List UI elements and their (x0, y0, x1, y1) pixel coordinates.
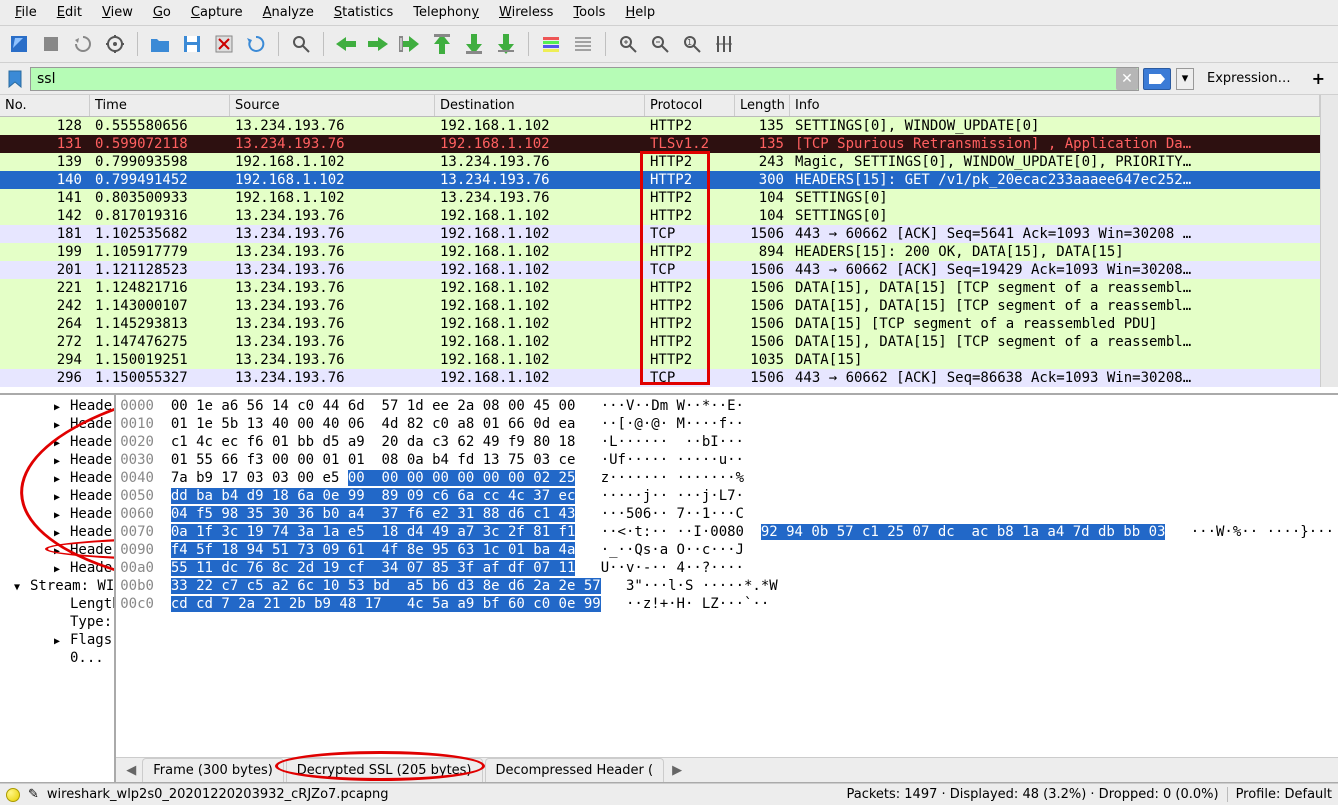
capture-options-button[interactable] (101, 30, 129, 58)
packet-row[interactable]: 1400.799491452192.168.1.10213.234.193.76… (0, 171, 1320, 189)
tab-scroll-left[interactable]: ◀ (120, 761, 142, 780)
column-destination[interactable]: Destination (435, 95, 645, 116)
reload-file-button[interactable] (242, 30, 270, 58)
status-profile[interactable]: Profile: Default (1227, 787, 1332, 802)
save-file-button[interactable] (178, 30, 206, 58)
details-tree-item[interactable]: Length: 4 (0, 595, 114, 613)
column-length[interactable]: Length (735, 95, 790, 116)
bytes-tabs: ◀ Frame (300 bytes) Decrypted SSL (205 b… (116, 757, 1338, 782)
details-tree-item[interactable]: Type: WINDOW_UPDATE (8) (0, 613, 114, 631)
filter-expression-button[interactable]: Expression… (1199, 68, 1299, 89)
details-tree-item[interactable]: ▼Stream: WINDOW_UPDATE, Stream ID: 15, L… (0, 577, 114, 595)
apply-filter-button[interactable] (1143, 68, 1171, 90)
menu-edit[interactable]: Edit (47, 2, 92, 23)
packet-row[interactable]: 2961.15005532713.234.193.76192.168.1.102… (0, 369, 1320, 387)
column-protocol[interactable]: Protocol (645, 95, 735, 116)
menu-go[interactable]: Go (143, 2, 181, 23)
menu-view[interactable]: View (92, 2, 143, 23)
tab-decompressed-header[interactable]: Decompressed Header ( (485, 758, 665, 782)
column-source[interactable]: Source (230, 95, 435, 116)
packet-list-pane: No. Time Source Destination Protocol Len… (0, 95, 1338, 395)
details-tree-item[interactable]: ▶Header: :authority: x.clearbitjs.com (0, 433, 114, 451)
status-packets: Packets: 1497 · Displayed: 48 (3.2%) · D… (846, 787, 1218, 802)
menu-statistics[interactable]: Statistics (324, 2, 403, 23)
resize-columns-button[interactable] (710, 30, 738, 58)
details-tree-item[interactable]: ▶Header: :method: GET (0, 397, 114, 415)
column-info[interactable]: Info (790, 95, 1320, 116)
packet-details-pane[interactable]: ▶Header: :method: GET▶Header: :path: /v1… (0, 395, 116, 782)
packet-row[interactable]: 2421.14300010713.234.193.76192.168.1.102… (0, 297, 1320, 315)
menu-telephony[interactable]: Telephony (403, 2, 489, 23)
details-tree-item[interactable]: ▶Header: referer: https://www.upwork.com… (0, 541, 114, 559)
menu-file[interactable]: File (5, 2, 47, 23)
menu-tools[interactable]: Tools (563, 2, 615, 23)
packet-row[interactable]: 2011.12112852313.234.193.76192.168.1.102… (0, 261, 1320, 279)
open-file-button[interactable] (146, 30, 174, 58)
tab-decrypted-ssl[interactable]: Decrypted SSL (205 bytes) (286, 758, 483, 782)
tab-scroll-right[interactable]: ▶ (666, 761, 688, 780)
goto-packet-button[interactable] (396, 30, 424, 58)
colorize-button[interactable] (537, 30, 565, 58)
close-file-button[interactable] (210, 30, 238, 58)
packet-row[interactable]: 1390.799093598192.168.1.10213.234.193.76… (0, 153, 1320, 171)
packet-bytes-pane: 0000 00 1e a6 56 14 c0 44 6d 57 1d ee 2a… (116, 395, 1338, 782)
menu-help[interactable]: Help (615, 2, 665, 23)
main-toolbar: 1 (0, 26, 1338, 63)
menu-wireless[interactable]: Wireless (489, 2, 563, 23)
edit-capture-icon[interactable]: ✎ (28, 787, 39, 802)
packet-list-header[interactable]: No. Time Source Destination Protocol Len… (0, 95, 1320, 117)
packet-row[interactable]: 1310.59907211813.234.193.76192.168.1.102… (0, 135, 1320, 153)
packet-row[interactable]: 2941.15001925113.234.193.76192.168.1.102… (0, 351, 1320, 369)
details-tree-item[interactable]: ▶Header: :path: /v1/pk_20ecac233aaaee647… (0, 415, 114, 433)
zoom-out-button[interactable] (646, 30, 674, 58)
expert-info-icon[interactable] (6, 788, 20, 802)
restart-capture-button[interactable] (69, 30, 97, 58)
packet-row[interactable]: 1991.10591777913.234.193.76192.168.1.102… (0, 243, 1320, 261)
auto-scroll-live-button[interactable] (569, 30, 597, 58)
display-filter-input[interactable] (30, 67, 1139, 91)
details-tree-item[interactable]: ▶Header: user-agent: Mozilla/5.0 (X11; U… (0, 469, 114, 487)
add-filter-button[interactable]: + (1304, 66, 1333, 91)
filter-history-dropdown[interactable]: ▾ (1176, 68, 1194, 90)
go-forward-button[interactable] (364, 30, 392, 58)
packet-row[interactable]: 2721.14747627513.234.193.76192.168.1.102… (0, 333, 1320, 351)
bookmark-filter-icon[interactable] (5, 69, 25, 89)
stop-capture-button[interactable] (37, 30, 65, 58)
packet-row[interactable]: 1811.10253568213.234.193.76192.168.1.102… (0, 225, 1320, 243)
packet-row[interactable]: 2641.14529381313.234.193.76192.168.1.102… (0, 315, 1320, 333)
details-tree-item[interactable]: ▶Header: accept-language: en-US,en;q=0.5 (0, 505, 114, 523)
display-filter-bar: ✕ ▾ Expression… + (0, 63, 1338, 95)
zoom-in-button[interactable] (614, 30, 642, 58)
details-tree-item[interactable]: ▶Header: accept: */* (0, 487, 114, 505)
details-tree-item[interactable]: ▶Header: :scheme: https (0, 451, 114, 469)
packet-row[interactable]: 1420.81701931613.234.193.76192.168.1.102… (0, 207, 1320, 225)
tab-frame[interactable]: Frame (300 bytes) (142, 758, 284, 782)
packet-row[interactable]: 2211.12482171613.234.193.76192.168.1.102… (0, 279, 1320, 297)
packet-row[interactable]: 1280.55558065613.234.193.76192.168.1.102… (0, 117, 1320, 135)
clear-filter-button[interactable]: ✕ (1116, 68, 1138, 90)
packet-list-scrollbar[interactable] (1320, 95, 1338, 387)
go-first-button[interactable] (428, 30, 456, 58)
details-tree-item[interactable]: ▶Header: te: trailers (0, 559, 114, 577)
zoom-reset-button[interactable]: 1 (678, 30, 706, 58)
packet-row[interactable]: 1410.803500933192.168.1.10213.234.193.76… (0, 189, 1320, 207)
column-time[interactable]: Time (90, 95, 230, 116)
auto-scroll-button[interactable] (492, 30, 520, 58)
svg-text:1: 1 (687, 38, 692, 47)
column-no[interactable]: No. (0, 95, 90, 116)
status-file: wireshark_wlp2s0_20201220203932_cRJZo7.p… (47, 787, 389, 802)
details-tree-item[interactable]: ▶Flags: 0x00 (0, 631, 114, 649)
menu-analyze[interactable]: Analyze (253, 2, 324, 23)
details-tree-item[interactable]: 0... .... .... .... .... .... .... .... … (0, 649, 114, 667)
start-capture-button[interactable] (5, 30, 33, 58)
menu-capture[interactable]: Capture (181, 2, 253, 23)
details-tree-item[interactable]: ▶Header: accept-encoding: gzip, deflate,… (0, 523, 114, 541)
go-back-button[interactable] (332, 30, 360, 58)
go-last-button[interactable] (460, 30, 488, 58)
status-bar: ✎ wireshark_wlp2s0_20201220203932_cRJZo7… (0, 783, 1338, 805)
menu-bar: File Edit View Go Capture Analyze Statis… (0, 0, 1338, 26)
hex-dump[interactable]: 0000 00 1e a6 56 14 c0 44 6d 57 1d ee 2a… (116, 395, 1338, 757)
find-packet-button[interactable] (287, 30, 315, 58)
